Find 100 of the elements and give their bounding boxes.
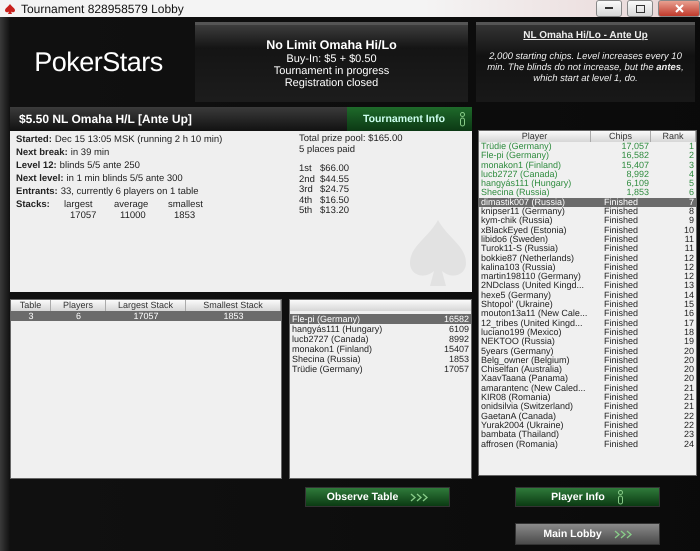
player-row[interactable]: Shecina (Russia) 1,853 6 <box>479 188 696 198</box>
player-row[interactable]: hangyás111 (Hungary) 6109 <box>290 324 471 334</box>
player-row[interactable]: lucb2727 (Canada) 8992 <box>290 334 471 344</box>
player-row[interactable]: Chiselfan (Australia) Finished 20 <box>479 365 696 374</box>
column-header[interactable]: Rank <box>651 131 696 142</box>
action-button[interactable]: Player Info <box>515 487 660 507</box>
maximize-button[interactable] <box>627 0 653 17</box>
player-row[interactable]: Turok11-S (Russia) Finished 11 <box>479 244 696 254</box>
player-row[interactable]: bambata (Thailand) Finished 23 <box>479 430 696 440</box>
player-row[interactable]: NEKTOO (Russia) Finished 19 <box>479 337 696 347</box>
player-row[interactable]: kym-chik (Russia) Finished 9 <box>479 216 696 226</box>
player-row[interactable]: bokkie87 (Netherlands) Finished 12 <box>479 254 696 263</box>
fact-line: Level 12: blinds 5/5 ante 250 <box>16 160 141 171</box>
table-cell-text: 1853 <box>222 311 245 321</box>
payout-amount: $24.75 <box>320 185 350 196</box>
player-rank: 8 <box>688 207 695 216</box>
close-icon <box>674 4 684 13</box>
player-row[interactable]: hexe5 (Germany) Finished 14 <box>479 290 696 300</box>
player-row[interactable]: monakon1 (Finland) 15407 <box>290 344 471 354</box>
player-row[interactable]: mouton13a11 (New Cale... Finished 16 <box>479 309 696 319</box>
tournament-description: 2,000 starting chips. Level increases every 10 min. The blinds do not increase, but the antes, which start at level 1, do. <box>486 51 685 84</box>
player-chips: Finished <box>591 412 651 421</box>
player-rank: 24 <box>682 440 695 449</box>
player-row[interactable]: GaetanA (Canada) Finished 22 <box>479 412 696 421</box>
player-row[interactable]: Trüdie (Germany) 17057 <box>290 364 471 374</box>
player-chips: 6109 <box>411 324 471 334</box>
stack-value: 11000 <box>119 210 147 221</box>
places-paid: 5 places paid <box>299 144 356 155</box>
player-name: amarantenc (New Caled... <box>480 384 587 394</box>
player-rank: 10 <box>682 226 695 235</box>
player-chips: 15407 <box>411 344 471 354</box>
player-rank: 14 <box>682 290 695 300</box>
player-row[interactable]: Shtopol' (Ukraine) Finished 15 <box>479 300 696 310</box>
action-button[interactable]: Main Lobby <box>515 523 660 545</box>
player-name: dimastik007 (Russia) <box>480 198 566 208</box>
player-rank: 5 <box>688 179 695 188</box>
player-row[interactable]: 5years (Germany) Finished 20 <box>479 346 696 356</box>
spade-icon <box>4 2 16 14</box>
player-rank: 20 <box>682 346 695 356</box>
payout-amount: $13.20 <box>320 206 350 216</box>
action-button[interactable]: Observe Table <box>305 487 450 507</box>
player-chips: Finished <box>591 318 651 328</box>
player-row[interactable]: knipser11 (Germany) Finished 8 <box>479 207 696 216</box>
player-row[interactable]: Fle-pi (Germany) 16582 <box>290 314 471 324</box>
player-rank: 13 <box>682 281 695 291</box>
player-row[interactable]: xBlackEyed (Estonia) Finished 10 <box>479 226 696 235</box>
tournament-link[interactable]: NL Omaha Hi/Lo - Ante Up <box>523 30 648 41</box>
player-row[interactable]: monakon1 (Finland) 15,407 3 <box>479 160 696 170</box>
player-row[interactable]: Fle-pi (Germany) 16,582 2 <box>479 151 696 161</box>
player-row[interactable]: 2NDclass (United Kingd... Finished 13 <box>479 281 696 291</box>
column-header[interactable]: Player <box>479 131 591 142</box>
player-rank: 16 <box>682 309 695 319</box>
player-name: kalina103 (Russia) <box>480 262 556 272</box>
player-rank: 22 <box>682 412 695 421</box>
player-row[interactable]: dimastik007 (Russia) Finished 7 <box>479 198 696 208</box>
payout-place: 1st <box>299 164 313 174</box>
player-row[interactable]: onidsilvia (Switzerland) Finished 21 <box>479 402 696 412</box>
player-row[interactable]: Belg_owner (Belgium) Finished 20 <box>479 356 696 366</box>
player-row[interactable]: kalina103 (Russia) Finished 12 <box>479 262 696 272</box>
player-row[interactable]: affrosen (Romania) Finished 24 <box>479 440 696 449</box>
player-row[interactable]: 12_tribes (United Kingd... Finished 17 <box>479 318 696 328</box>
player-row[interactable]: libido6 (Sweden) Finished 11 <box>479 234 696 244</box>
player-row[interactable]: martin198110 (Germany) Finished 12 <box>479 272 696 282</box>
fact-line: Next level: in 1 min blinds 5/5 ante 300 <box>16 173 184 184</box>
minimize-button[interactable] <box>596 0 622 17</box>
tournament-info-tab[interactable]: Tournament Info <box>347 107 472 131</box>
player-chips: 8,992 <box>591 170 651 180</box>
maximize-icon <box>636 4 644 12</box>
player-row[interactable]: XaavTaana (Panama) Finished 20 <box>479 374 696 384</box>
details-title: $5.50 NL Omaha H/L [Ante Up] <box>18 111 193 128</box>
stack-heading: largest <box>64 199 94 210</box>
player-row[interactable]: luciano199 (Mexico) Finished 18 <box>479 328 696 338</box>
player-row[interactable]: hangyás111 (Hungary) 6,109 5 <box>479 179 696 188</box>
player-rank: 20 <box>682 356 695 366</box>
player-row[interactable]: lucb2727 (Canada) 8,992 4 <box>479 170 696 180</box>
stack-heading: smallest <box>168 199 204 210</box>
player-row[interactable]: Trüdie (Germany) 17,057 1 <box>479 142 696 152</box>
player-name: 2NDclass (United Kingd... <box>480 281 586 291</box>
close-button[interactable] <box>658 0 700 17</box>
table-row[interactable]: 3 6 17057 1853 <box>11 311 281 321</box>
player-name: KIR08 (Romania) <box>480 393 551 402</box>
payout-amount: $44.55 <box>320 174 350 185</box>
player-name: 5years (Germany) <box>480 346 554 356</box>
player-row[interactable]: Yurak2004 (Ukraine) Finished 22 <box>479 420 696 430</box>
info-icon <box>459 112 466 126</box>
player-chips: Finished <box>591 198 651 208</box>
player-chips: Finished <box>591 234 651 244</box>
player-row[interactable]: amarantenc (New Caled... Finished 21 <box>479 384 696 394</box>
player-row[interactable]: KIR08 (Romania) Finished 21 <box>479 393 696 402</box>
player-row[interactable]: Shecina (Russia) 1853 <box>290 354 471 364</box>
player-chips: 17,057 <box>591 142 651 152</box>
window-title: Tournament 828958579 Lobby <box>21 2 185 16</box>
player-name: Turok11-S (Russia) <box>480 244 560 254</box>
player-rank: 9 <box>688 216 695 226</box>
player-chips: Finished <box>591 430 651 440</box>
minimize-icon <box>605 7 613 10</box>
column-header[interactable]: Chips <box>591 131 651 142</box>
player-chips: 1,853 <box>591 188 651 198</box>
player-name: hangyás111 (Hungary) <box>291 324 384 334</box>
player-name: onidsilvia (Switzerland) <box>480 402 574 412</box>
